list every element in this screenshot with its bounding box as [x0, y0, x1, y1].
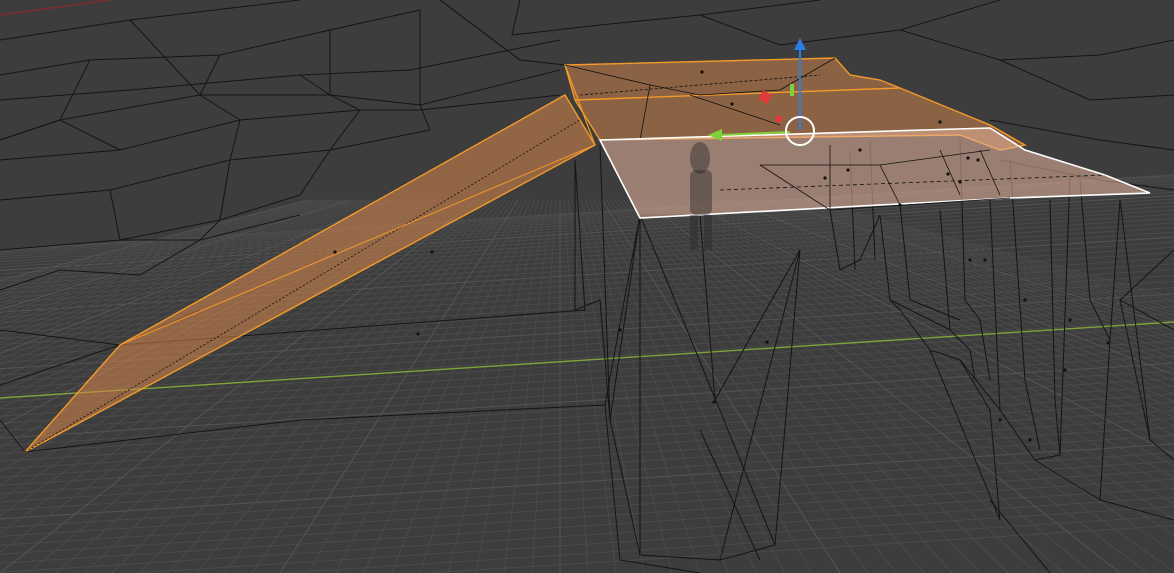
3d-viewport[interactable] [0, 0, 1174, 573]
gizmo-xy-plane[interactable] [776, 116, 782, 122]
active-roof-face[interactable] [598, 127, 1151, 219]
character-reference[interactable] [690, 142, 712, 250]
x-axis-line [0, 0, 111, 16]
viewport-canvas[interactable] [0, 0, 1174, 573]
gizmo-yz-plane[interactable] [790, 84, 794, 96]
gizmo-z-arrow[interactable] [794, 38, 806, 50]
